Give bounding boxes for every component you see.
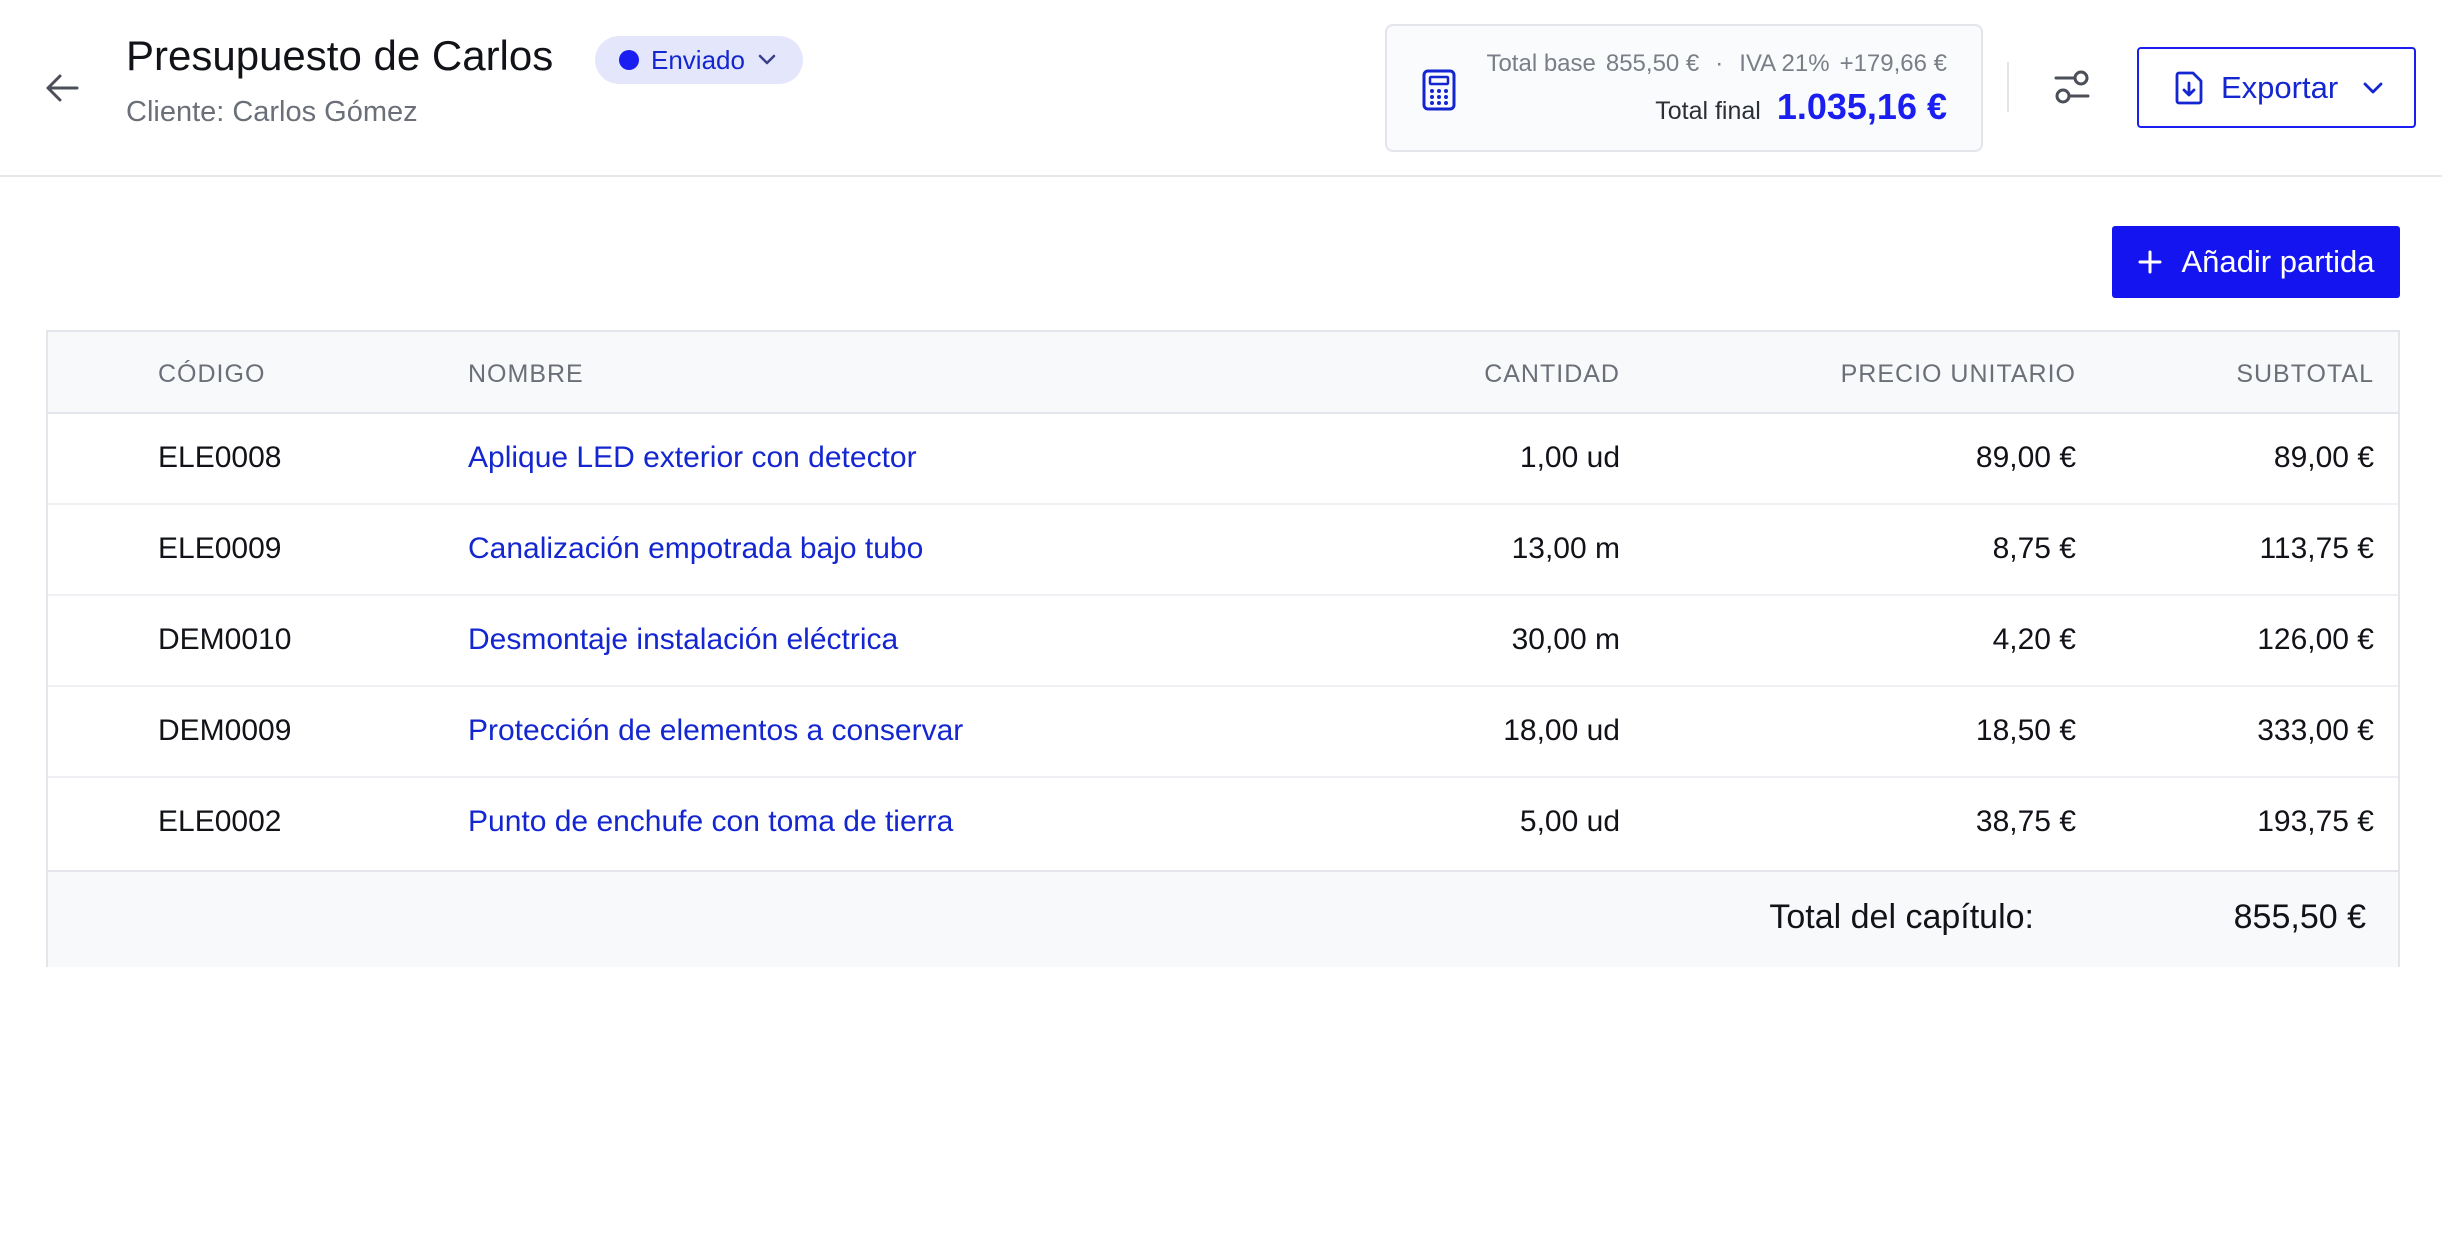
plus-icon: [2138, 250, 2162, 274]
column-header-quantity: CANTIDAD: [1484, 360, 1620, 388]
table-row[interactable]: ELE0002 Punto de enchufe con toma de tie…: [48, 778, 2398, 869]
export-button[interactable]: Exportar: [2137, 47, 2416, 128]
file-download-icon: [2175, 71, 2203, 104]
cell-quantity: 30,00 m: [1511, 623, 1620, 656]
status-dot-icon: [619, 50, 639, 70]
chapter-total-label: Total del capítulo:: [1769, 898, 2034, 936]
column-header-name: NOMBRE: [468, 360, 584, 388]
column-header-code: CÓDIGO: [158, 360, 266, 388]
add-item-label: Añadir partida: [2181, 244, 2375, 279]
cell-quantity: 13,00 m: [1511, 532, 1620, 565]
status-label: Enviado: [651, 44, 745, 75]
cell-code: ELE0002: [158, 805, 282, 838]
table-row[interactable]: DEM0010 Desmontaje instalación eléctrica…: [48, 596, 2398, 687]
cell-code: ELE0008: [158, 441, 282, 474]
cell-unit-price: 38,75 €: [1975, 805, 2076, 838]
sliders-icon: [2054, 70, 2090, 104]
header-divider: [2007, 62, 2009, 112]
cell-name-link[interactable]: Desmontaje instalación eléctrica: [468, 623, 898, 657]
client-name: Carlos Gómez: [232, 96, 418, 128]
cell-unit-price: 8,75 €: [1992, 532, 2076, 565]
table-header: CÓDIGO NOMBRE CANTIDAD PRECIO UNITARIO S…: [48, 332, 2398, 414]
back-button[interactable]: [40, 66, 84, 110]
totals-breakdown: Total base 855,50 € · IVA 21% +179,66 €: [1486, 50, 1947, 78]
cell-code: ELE0009: [158, 532, 282, 565]
chevron-down-icon: [2363, 82, 2383, 93]
client-label: Cliente:: [126, 96, 225, 128]
totals-card: Total base 855,50 € · IVA 21% +179,66 € …: [1385, 24, 1983, 152]
page-header: Presupuesto de Carlos Cliente: Carlos Góm…: [0, 0, 2442, 177]
status-dropdown[interactable]: Enviado: [595, 36, 803, 84]
items-table: CÓDIGO NOMBRE CANTIDAD PRECIO UNITARIO S…: [46, 330, 2400, 967]
arrow-left-icon: [46, 74, 79, 102]
page-title: Presupuesto de Carlos: [126, 32, 554, 79]
iva-label: IVA 21%: [1739, 50, 1830, 77]
export-label: Exportar: [2221, 69, 2339, 105]
iva-value: +179,66 €: [1839, 50, 1947, 77]
cell-quantity: 1,00 ud: [1519, 441, 1620, 474]
column-header-unit-price: PRECIO UNITARIO: [1840, 360, 2076, 388]
cell-subtotal: 333,00 €: [2257, 714, 2374, 747]
cell-code: DEM0010: [158, 623, 292, 656]
base-label: Total base: [1486, 50, 1596, 77]
chevron-down-icon: [758, 54, 776, 65]
cell-name-link[interactable]: Protección de elementos a conservar: [468, 714, 963, 748]
cell-unit-price: 89,00 €: [1975, 441, 2076, 474]
table-row[interactable]: DEM0009 Protección de elementos a conser…: [48, 687, 2398, 778]
cell-quantity: 18,00 ud: [1503, 714, 1620, 747]
cell-subtotal: 193,75 €: [2257, 805, 2374, 838]
table-row[interactable]: ELE0009 Canalización empotrada bajo tubo…: [48, 505, 2398, 596]
cell-name-link[interactable]: Punto de enchufe con toma de tierra: [468, 805, 953, 839]
cell-quantity: 5,00 ud: [1519, 805, 1620, 838]
separator: ·: [1715, 50, 1724, 77]
table-footer: Total del capítulo: 855,50 €: [48, 870, 2398, 967]
final-value: 1.035,16 €: [1776, 86, 1947, 127]
cell-subtotal: 89,00 €: [2273, 441, 2374, 474]
client-subtitle: Cliente: Carlos Gómez: [126, 96, 418, 129]
add-item-button[interactable]: Añadir partida: [2112, 226, 2400, 298]
cell-subtotal: 113,75 €: [2259, 532, 2374, 565]
settings-button[interactable]: [2048, 60, 2096, 114]
cell-unit-price: 4,20 €: [1992, 623, 2076, 656]
cell-name-link[interactable]: Aplique LED exterior con detector: [468, 441, 917, 475]
base-value: 855,50 €: [1605, 50, 1700, 77]
table-row[interactable]: ELE0008 Aplique LED exterior con detecto…: [48, 414, 2398, 505]
calculator-icon: [1422, 69, 1456, 111]
cell-subtotal: 126,00 €: [2257, 623, 2374, 656]
cell-unit-price: 18,50 €: [1975, 714, 2076, 747]
final-label: Total final: [1655, 97, 1761, 125]
cell-code: DEM0009: [158, 714, 292, 747]
chapter-total-value: 855,50 €: [2233, 898, 2366, 936]
cell-name-link[interactable]: Canalización empotrada bajo tubo: [468, 532, 923, 566]
final-total: Total final 1.035,16 €: [1655, 86, 1947, 128]
column-header-subtotal: SUBTOTAL: [2236, 360, 2374, 388]
